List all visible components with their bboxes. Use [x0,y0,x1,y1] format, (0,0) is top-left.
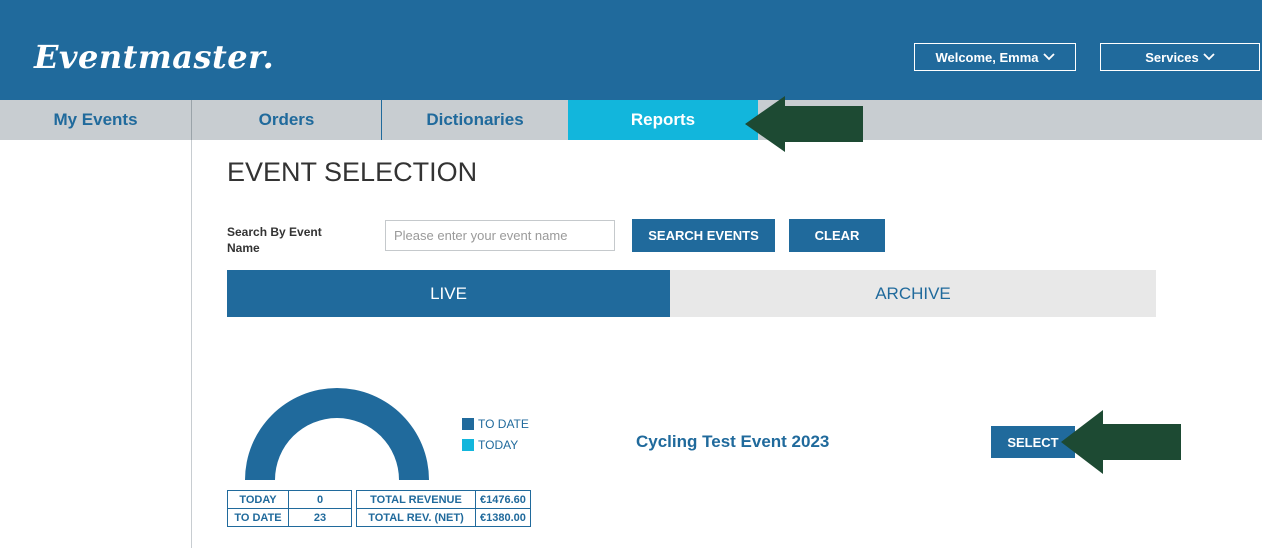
stat-value: 23 [288,508,352,527]
table-row: TO DATE 23 TOTAL REV. (NET) €1380.00 [227,508,531,527]
legend-swatch [462,439,474,451]
welcome-label: Welcome, Emma [935,49,1039,65]
search-input[interactable] [385,220,615,251]
event-name: Cycling Test Event 2023 [636,432,830,451]
gauge-legend: TO DATE TODAY [462,417,529,459]
tab-reports[interactable]: Reports [568,100,758,140]
legend-label: TODAY [478,438,519,452]
stat-value: 0 [288,490,352,509]
stat-label: TOTAL REVENUE [356,490,476,509]
services-menu-button[interactable]: Services [1100,43,1260,71]
sales-gauge [245,388,429,480]
tab-archive[interactable]: ARCHIVE [670,270,1156,317]
tab-dictionaries[interactable]: Dictionaries [382,100,568,140]
chevron-down-icon [1203,53,1215,61]
sidebar-divider [191,140,192,548]
legend-item-today: TODAY [462,438,529,452]
stat-label: TODAY [227,490,289,509]
tab-orders[interactable]: Orders [192,100,382,140]
top-header: Eventmaster. Welcome, Emma Services [0,0,1262,100]
welcome-menu-button[interactable]: Welcome, Emma [914,43,1076,71]
chevron-down-icon [1042,53,1055,61]
legend-item-to-date: TO DATE [462,417,529,431]
table-row: TODAY 0 TOTAL REVENUE €1476.60 [227,490,531,509]
annotation-arrow-icon [1061,410,1181,474]
legend-label: TO DATE [478,417,529,431]
stat-value: €1476.60 [475,490,531,509]
clear-button[interactable]: CLEAR [789,219,885,252]
stat-value: €1380.00 [475,508,531,527]
legend-swatch [462,418,474,430]
search-events-button[interactable]: SEARCH EVENTS [632,219,775,252]
eventmaster-logo[interactable]: Eventmaster. [34,38,274,76]
event-stats-table: TODAY 0 TOTAL REVENUE €1476.60 TO DATE 2… [227,490,531,527]
search-label: Search By Event Name [227,225,322,255]
stat-label: TO DATE [227,508,289,527]
tab-my-events[interactable]: My Events [0,100,192,140]
tab-live[interactable]: LIVE [227,270,670,317]
page-title: EVENT SELECTION [227,157,478,187]
annotation-arrow-icon [745,96,863,152]
services-label: Services [1145,49,1199,65]
main-nav: My Events Orders Dictionaries Reports [0,100,1262,140]
stat-label: TOTAL REV. (NET) [356,508,476,527]
